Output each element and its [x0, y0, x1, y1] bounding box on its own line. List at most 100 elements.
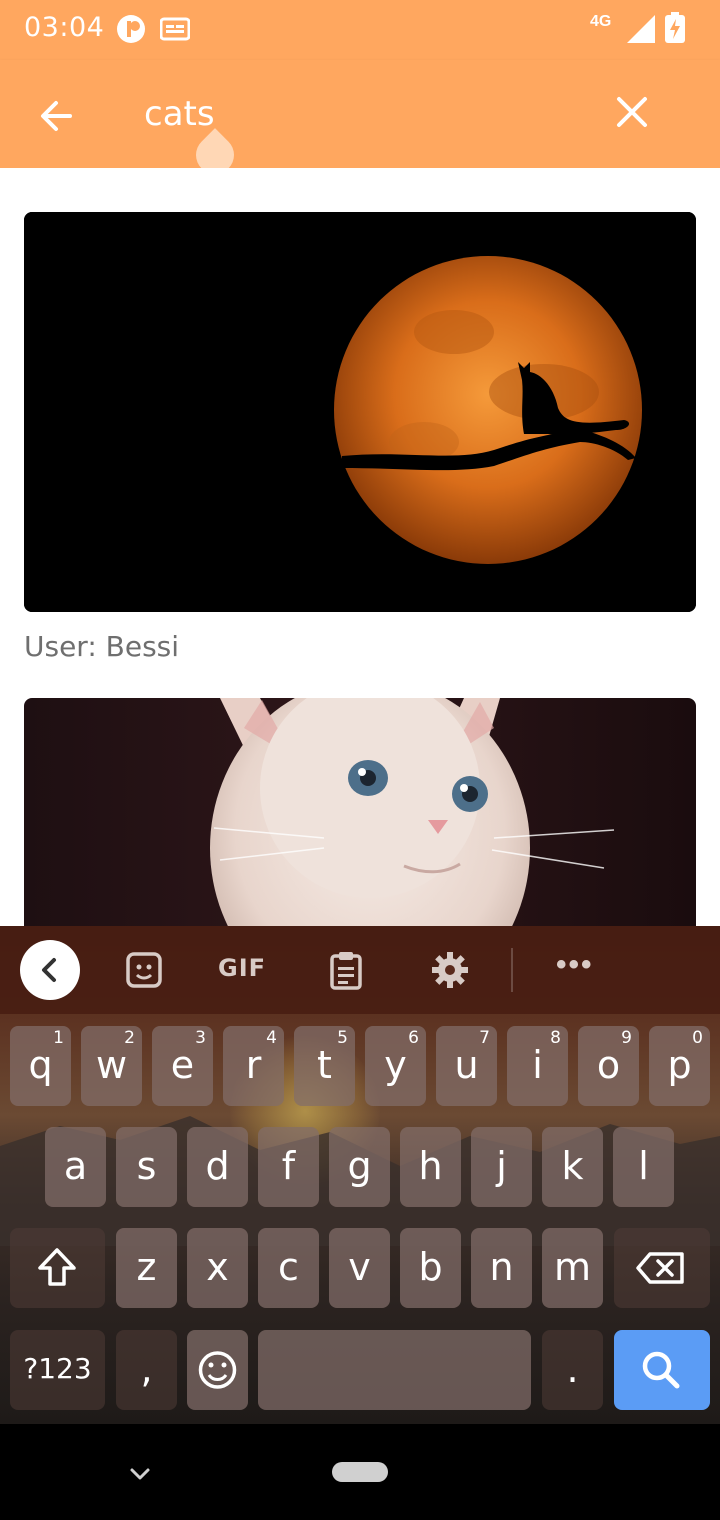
- clipboard-icon[interactable]: [326, 950, 366, 990]
- key-label: y: [384, 1043, 407, 1087]
- sticker-icon[interactable]: [124, 950, 164, 990]
- key-t[interactable]: t5: [294, 1026, 355, 1106]
- comma-key[interactable]: ,: [116, 1330, 177, 1410]
- key-hint: 2: [124, 1028, 135, 1048]
- collapse-button[interactable]: [20, 940, 80, 1000]
- keyboard-toolbar: GIF •••: [0, 926, 720, 1014]
- key-label: e: [170, 1043, 195, 1087]
- home-gesture-pill[interactable]: [332, 1462, 388, 1482]
- key-label: r: [245, 1043, 262, 1087]
- key-label: z: [136, 1245, 157, 1289]
- gear-icon[interactable]: [430, 950, 470, 990]
- key-label: h: [418, 1144, 443, 1188]
- key-label: o: [596, 1043, 621, 1087]
- key-label: k: [561, 1144, 584, 1188]
- key-h[interactable]: h: [400, 1127, 461, 1207]
- key-w[interactable]: w2: [81, 1026, 142, 1106]
- result-image[interactable]: [24, 698, 696, 926]
- navigation-bar: [0, 1424, 720, 1520]
- key-label: a: [63, 1144, 88, 1188]
- toolbar-divider: [511, 948, 513, 992]
- key-e[interactable]: e3: [152, 1026, 213, 1106]
- key-q[interactable]: q1: [10, 1026, 71, 1106]
- key-hint: 1: [53, 1028, 64, 1048]
- result-image[interactable]: [24, 212, 696, 612]
- key-s[interactable]: s: [116, 1127, 177, 1207]
- key-a[interactable]: a: [45, 1127, 106, 1207]
- key-c[interactable]: c: [258, 1228, 319, 1308]
- back-arrow-icon[interactable]: [28, 88, 84, 144]
- notification-app-icon: [117, 15, 145, 43]
- key-label: g: [347, 1144, 372, 1188]
- key-hint: 5: [337, 1028, 348, 1048]
- results-list: User: Bessi: [0, 168, 720, 926]
- symbols-key[interactable]: ?123: [10, 1330, 105, 1410]
- key-label: x: [206, 1245, 229, 1289]
- key-label: l: [638, 1144, 649, 1188]
- period-key[interactable]: .: [542, 1330, 603, 1410]
- search-icon: [642, 1351, 680, 1389]
- moon-cat-photo: [24, 212, 696, 612]
- key-u[interactable]: u7: [436, 1026, 497, 1106]
- chevron-left-icon: [42, 958, 56, 982]
- gif-button[interactable]: GIF: [218, 954, 266, 982]
- key-label: j: [496, 1144, 507, 1188]
- backspace-key[interactable]: [614, 1228, 710, 1308]
- key-l[interactable]: l: [613, 1127, 674, 1207]
- more-options-icon[interactable]: •••: [556, 948, 594, 982]
- key-hint: 3: [195, 1028, 206, 1048]
- key-label: ,: [140, 1347, 153, 1391]
- key-hint: 7: [479, 1028, 490, 1048]
- key-p[interactable]: p0: [649, 1026, 710, 1106]
- shift-icon: [38, 1248, 76, 1286]
- key-b[interactable]: b: [400, 1228, 461, 1308]
- search-key[interactable]: [614, 1330, 710, 1410]
- key-label: d: [205, 1144, 230, 1188]
- key-g[interactable]: g: [329, 1127, 390, 1207]
- key-label: ?123: [23, 1352, 92, 1385]
- key-m[interactable]: m: [542, 1228, 603, 1308]
- search-app-bar: cats: [0, 60, 720, 182]
- key-y[interactable]: y6: [365, 1026, 426, 1106]
- key-k[interactable]: k: [542, 1127, 603, 1207]
- key-label: c: [278, 1245, 299, 1289]
- key-hint: 4: [266, 1028, 277, 1048]
- key-x[interactable]: x: [187, 1228, 248, 1308]
- key-label: b: [418, 1245, 443, 1289]
- space-key[interactable]: [258, 1330, 531, 1410]
- key-z[interactable]: z: [116, 1228, 177, 1308]
- key-d[interactable]: d: [187, 1127, 248, 1207]
- key-label: p: [667, 1043, 692, 1087]
- close-icon[interactable]: [604, 84, 660, 140]
- key-hint: 9: [621, 1028, 632, 1048]
- hide-keyboard-chevron-icon[interactable]: [126, 1460, 154, 1488]
- key-n[interactable]: n: [471, 1228, 532, 1308]
- key-label: q: [28, 1043, 53, 1087]
- key-hint: 6: [408, 1028, 419, 1048]
- key-label: t: [317, 1043, 332, 1087]
- key-label: f: [281, 1144, 296, 1188]
- result-user: User: Bessi: [24, 630, 180, 663]
- key-label: u: [454, 1043, 479, 1087]
- white-kitten-photo: [210, 698, 615, 926]
- search-input[interactable]: cats: [144, 94, 215, 134]
- emoji-key[interactable]: [187, 1330, 248, 1410]
- key-label: .: [566, 1347, 579, 1391]
- signal-icon: [627, 15, 655, 43]
- key-label: m: [553, 1245, 592, 1289]
- key-v[interactable]: v: [329, 1228, 390, 1308]
- key-hint: 0: [692, 1028, 703, 1048]
- key-j[interactable]: j: [471, 1127, 532, 1207]
- key-o[interactable]: o9: [578, 1026, 639, 1106]
- key-label: s: [136, 1144, 157, 1188]
- key-label: w: [95, 1043, 128, 1087]
- network-type: 4G: [590, 13, 612, 30]
- shift-key[interactable]: [10, 1228, 105, 1308]
- emoji-icon: [198, 1351, 237, 1389]
- sim-card-icon: [160, 17, 190, 41]
- key-hint: 8: [550, 1028, 561, 1048]
- key-f[interactable]: f: [258, 1127, 319, 1207]
- key-i[interactable]: i8: [507, 1026, 568, 1106]
- key-label: v: [348, 1245, 371, 1289]
- key-r[interactable]: r4: [223, 1026, 284, 1106]
